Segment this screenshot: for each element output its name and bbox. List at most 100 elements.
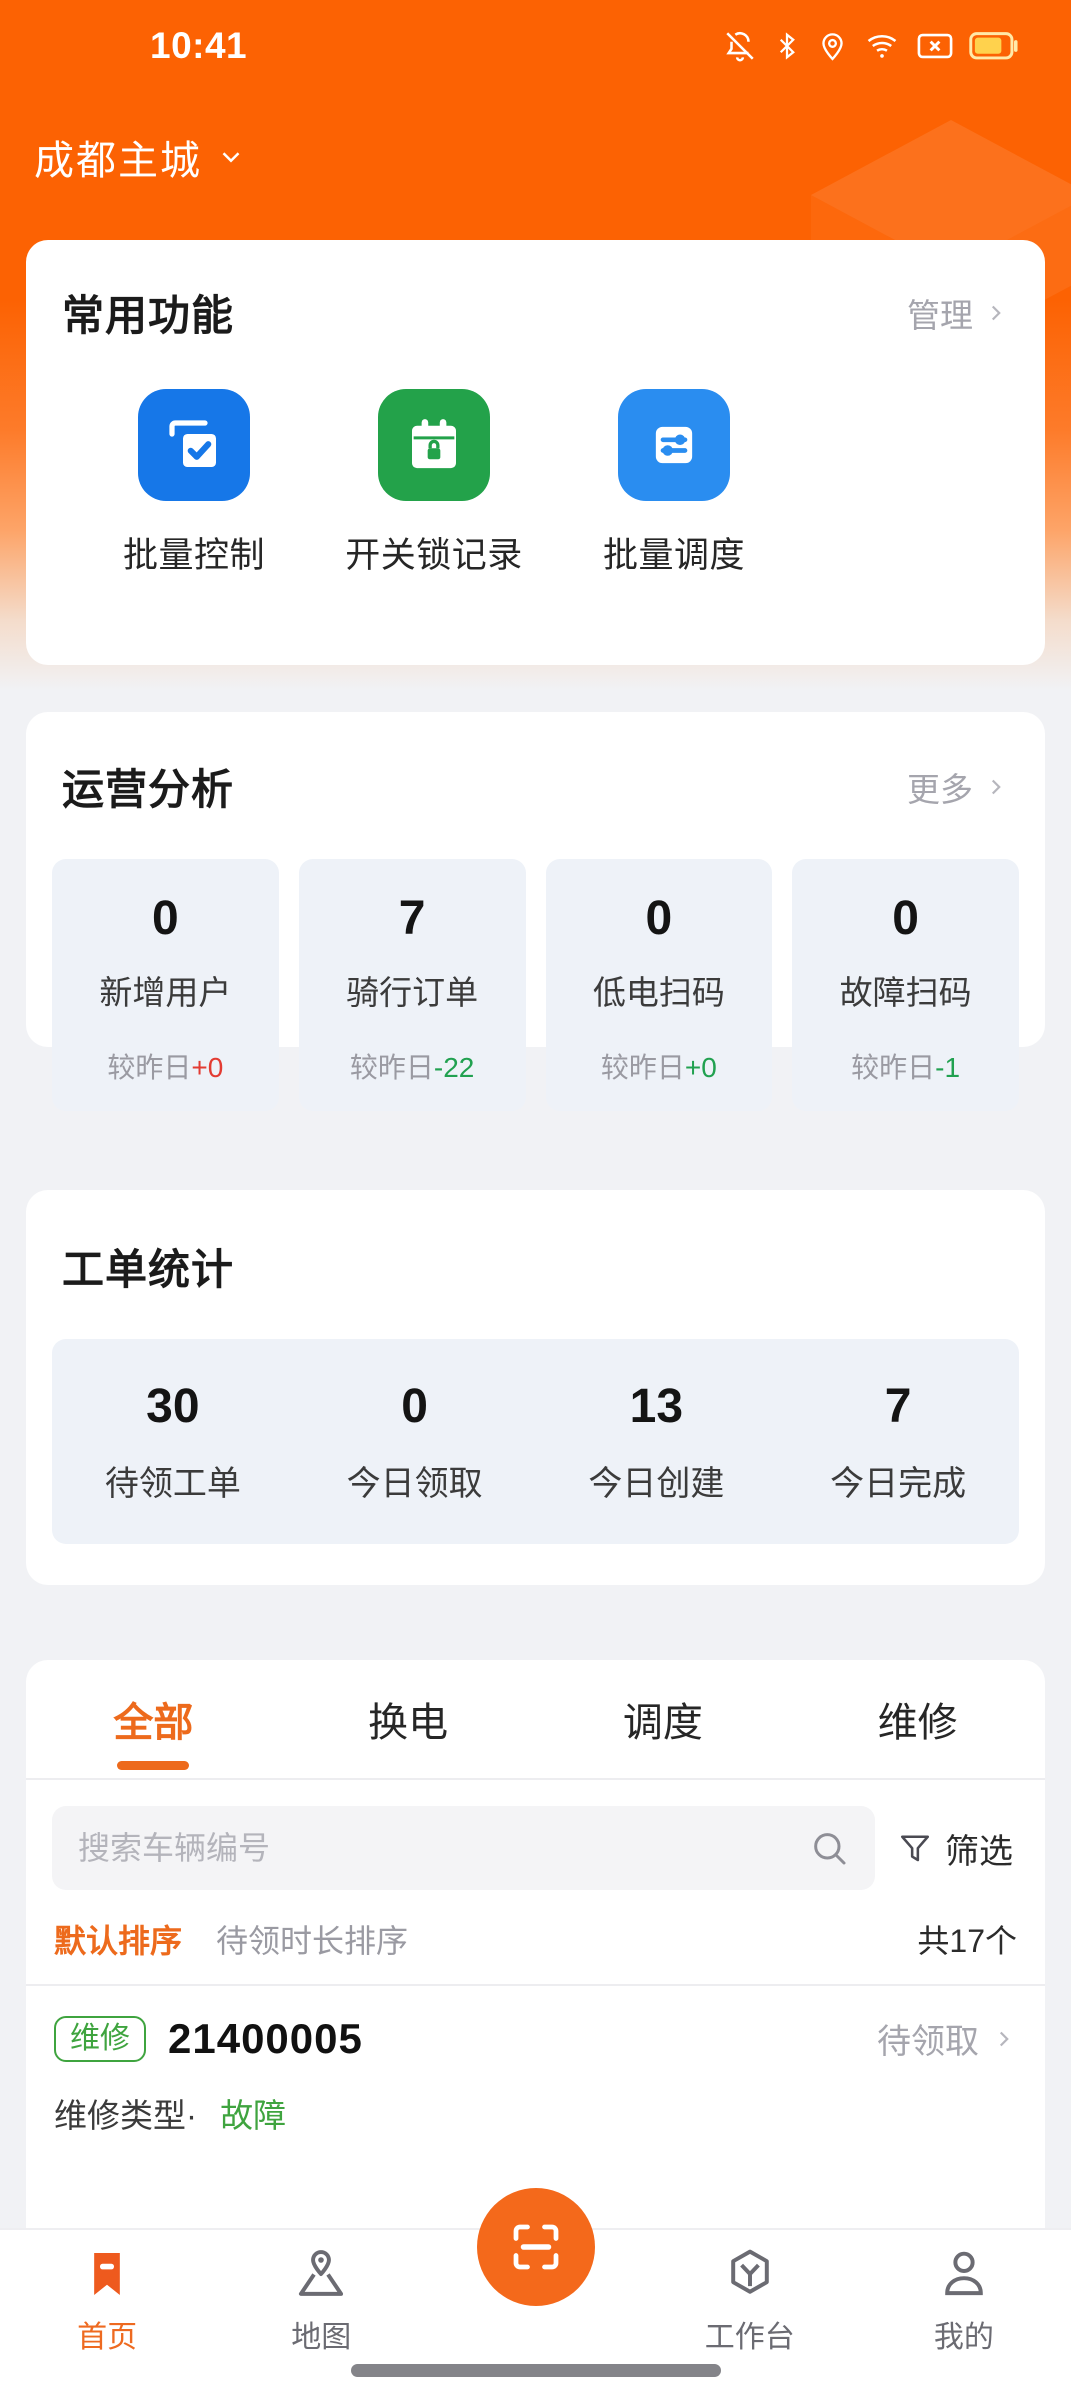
list-tabs: 全部 换电 调度 维修 bbox=[26, 1660, 1045, 1778]
status-bar: 10:41 bbox=[0, 0, 1071, 92]
workorder-stat-cell[interactable]: 13 今日创建 bbox=[536, 1379, 778, 1505]
batch-control-icon bbox=[138, 389, 250, 501]
scan-icon bbox=[513, 2224, 558, 2270]
workorder-stat-label: 今日领取 bbox=[346, 1464, 483, 1503]
ops-stat-delta: 较昨日+0 bbox=[600, 1052, 717, 1083]
sort-default[interactable]: 默认排序 bbox=[54, 1916, 182, 1962]
list-item-status[interactable]: 待领取 bbox=[877, 2014, 1017, 2063]
manage-link-label: 管理 bbox=[907, 296, 973, 334]
workorder-stat-value: 13 bbox=[629, 1379, 684, 1433]
status-icons bbox=[723, 29, 1019, 63]
map-pin-icon bbox=[299, 2250, 344, 2296]
list-item-sub-value: 故障 bbox=[220, 2097, 287, 2134]
quick-functions-grid: 批量控制 开关锁记录 批量调度 bbox=[26, 343, 1045, 578]
workorder-stat-value: 0 bbox=[401, 1379, 428, 1433]
nav-item-home[interactable]: 首页 bbox=[0, 2230, 214, 2356]
ops-stat-delta: 较昨日-1 bbox=[851, 1052, 961, 1083]
workbench-icon bbox=[730, 2249, 769, 2294]
city-selector[interactable]: 成都主城 bbox=[34, 128, 246, 186]
nav-item-map[interactable]: 地图 bbox=[214, 2230, 428, 2356]
ops-stat-label: 低电扫码 bbox=[592, 974, 725, 1011]
tab-battery-swap[interactable]: 换电 bbox=[281, 1660, 536, 1778]
scan-button[interactable] bbox=[476, 2188, 595, 2306]
ops-stat-label: 新增用户 bbox=[99, 974, 232, 1011]
workorder-stat-label: 待领工单 bbox=[104, 1464, 241, 1503]
ops-stat-value: 7 bbox=[398, 892, 426, 945]
app-screen: 10:41 成都主城 常用功能 管理 批量控制 开关锁记录 批量调度 运营分析 … bbox=[0, 0, 1071, 2391]
quick-item-batch-dispatch[interactable]: 批量调度 bbox=[554, 389, 794, 578]
more-link[interactable]: 更多 bbox=[907, 763, 1009, 811]
ops-stat-cell[interactable]: 0 新增用户 较昨日+0 bbox=[52, 859, 279, 1111]
workorder-stats-card: 工单统计 30 待领工单 0 今日领取 13 今日创建 7 今日完成 bbox=[26, 1190, 1045, 1585]
nav-label: 我的 bbox=[933, 2321, 994, 2354]
manage-link[interactable]: 管理 bbox=[907, 289, 1009, 337]
wifi-icon bbox=[867, 34, 897, 58]
workorder-stat-value: 30 bbox=[146, 1379, 200, 1433]
more-link-label: 更多 bbox=[907, 770, 973, 808]
workorder-stats-band: 30 待领工单 0 今日领取 13 今日创建 7 今日完成 bbox=[52, 1339, 1019, 1544]
battery-icon bbox=[969, 32, 1018, 60]
batch-dispatch-icon bbox=[618, 389, 730, 501]
status-badge: 维修 bbox=[54, 2015, 146, 2062]
workorder-stat-value: 7 bbox=[884, 1379, 912, 1433]
quick-functions-title: 常用功能 bbox=[62, 292, 235, 339]
list-item-code: 21400005 bbox=[168, 2014, 363, 2062]
nav-item-profile[interactable]: 我的 bbox=[857, 2230, 1071, 2356]
list-item-sub-label: 维修类型· bbox=[54, 2097, 197, 2134]
ops-stat-value: 0 bbox=[152, 892, 179, 945]
ops-stat-cell[interactable]: 0 低电扫码 较昨日+0 bbox=[545, 859, 773, 1111]
chevron-right-icon bbox=[991, 305, 1001, 320]
city-name: 成都主城 bbox=[34, 139, 202, 183]
nav-label: 工作台 bbox=[704, 2321, 795, 2354]
quick-item-batch-control[interactable]: 批量控制 bbox=[74, 389, 314, 578]
operations-analysis-header: 运营分析 更多 bbox=[26, 712, 1045, 817]
home-bookmark-icon bbox=[94, 2253, 120, 2295]
sim-x-icon bbox=[917, 33, 953, 59]
sort-waiting-duration[interactable]: 待领时长排序 bbox=[216, 1916, 408, 1962]
nav-label: 首页 bbox=[77, 2321, 138, 2354]
workorder-stat-cell[interactable]: 0 今日领取 bbox=[294, 1379, 536, 1505]
search-row: 筛选 bbox=[26, 1780, 1045, 1890]
quick-functions-header: 常用功能 管理 bbox=[26, 240, 1045, 343]
home-indicator bbox=[350, 2364, 721, 2377]
filter-button[interactable]: 筛选 bbox=[897, 1824, 1019, 1873]
ops-stat-cell[interactable]: 7 骑行订单 较昨日-22 bbox=[298, 859, 526, 1111]
workorder-stat-label: 今日完成 bbox=[830, 1464, 967, 1503]
chevron-down-icon bbox=[222, 152, 240, 163]
tab-dispatch[interactable]: 调度 bbox=[536, 1660, 791, 1778]
quick-item-label: 批量控制 bbox=[122, 536, 265, 575]
quick-functions-card: 常用功能 管理 批量控制 开关锁记录 批量调度 bbox=[26, 240, 1045, 665]
chevron-right-icon bbox=[991, 779, 1001, 794]
filter-label: 筛选 bbox=[945, 1832, 1013, 1871]
tab-repair[interactable]: 维修 bbox=[790, 1660, 1045, 1778]
workorder-list-card: 全部 换电 调度 维修 筛选 默认排序 待领时长排序 共17个 bbox=[26, 1660, 1045, 2260]
person-icon bbox=[945, 2251, 983, 2296]
search-input[interactable] bbox=[78, 1829, 809, 1867]
list-item-subinfo: 维修类型· 故障 bbox=[54, 2089, 1017, 2137]
list-item-status-label: 待领取 bbox=[877, 2023, 979, 2061]
ops-stat-value: 0 bbox=[892, 892, 919, 945]
ops-stat-label: 故障扫码 bbox=[839, 974, 972, 1011]
bluetooth-icon bbox=[779, 32, 795, 60]
ops-stat-cell[interactable]: 0 故障扫码 较昨日-1 bbox=[792, 859, 1019, 1111]
list-item[interactable]: 维修 21400005 待领取 维修类型· 故障 bbox=[26, 1986, 1045, 2137]
bell-off-icon bbox=[726, 32, 754, 62]
ops-stat-value: 0 bbox=[645, 892, 673, 945]
search-box[interactable] bbox=[52, 1806, 875, 1890]
workorder-stat-cell[interactable]: 7 今日完成 bbox=[777, 1379, 1019, 1505]
lock-record-icon bbox=[378, 389, 490, 501]
workorder-stats-header: 工单统计 bbox=[26, 1190, 1045, 1297]
quick-item-label: 开关锁记录 bbox=[345, 536, 523, 575]
funnel-icon bbox=[900, 1835, 930, 1862]
quick-item-label: 批量调度 bbox=[602, 536, 745, 575]
operations-analysis-card: 运营分析 更多 0 新增用户 较昨日+0 7 骑行订单 较昨日-22 0 低电扫… bbox=[26, 712, 1045, 1111]
nav-label: 地图 bbox=[291, 2321, 352, 2354]
ops-stat-delta: 较昨日+0 bbox=[107, 1052, 224, 1083]
tab-all[interactable]: 全部 bbox=[26, 1660, 281, 1778]
search-icon[interactable] bbox=[809, 1828, 849, 1868]
workorder-stat-label: 今日创建 bbox=[588, 1464, 725, 1503]
quick-item-lock-record[interactable]: 开关锁记录 bbox=[314, 389, 554, 578]
nav-item-workbench[interactable]: 工作台 bbox=[643, 2230, 857, 2356]
operations-stats-row: 0 新增用户 较昨日+0 7 骑行订单 较昨日-22 0 低电扫码 较昨日+0 … bbox=[26, 817, 1045, 1111]
workorder-stat-cell[interactable]: 30 待领工单 bbox=[52, 1379, 294, 1505]
